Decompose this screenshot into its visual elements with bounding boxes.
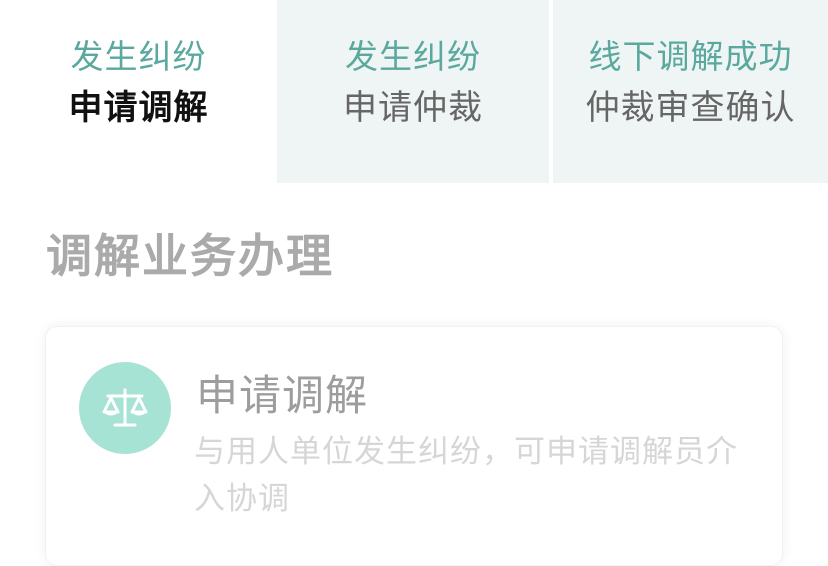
tab-caption: 发生纠纷 <box>345 37 481 76</box>
card-title: 申请调解 <box>196 371 369 420</box>
tab-caption: 线下调解成功 <box>588 37 793 76</box>
card-description: 与用人单位发生纠纷，可申请调解员介入协调 <box>194 434 738 517</box>
tab-arbitration-review[interactable]: 线下调解成功 仲裁审查确认 <box>553 0 828 183</box>
process-tabs: 发生纠纷 申请调解 发生纠纷 申请仲裁 线下调解成功 仲裁审查确认 <box>0 0 828 183</box>
section-title: 调解业务办理 <box>46 229 334 283</box>
scale-icon <box>79 362 171 454</box>
tab-apply-arbitration[interactable]: 发生纠纷 申请仲裁 <box>277 0 549 183</box>
tab-label: 申请调解 <box>68 88 209 128</box>
tab-label: 仲裁审查确认 <box>585 88 796 128</box>
apply-mediation-card[interactable]: 申请调解 与用人单位发生纠纷，可申请调解员介入协调 <box>45 326 783 566</box>
tab-apply-mediation[interactable]: 发生纠纷 申请调解 <box>0 0 277 183</box>
tab-label: 申请仲裁 <box>343 88 483 128</box>
tab-caption: 发生纠纷 <box>70 37 207 76</box>
